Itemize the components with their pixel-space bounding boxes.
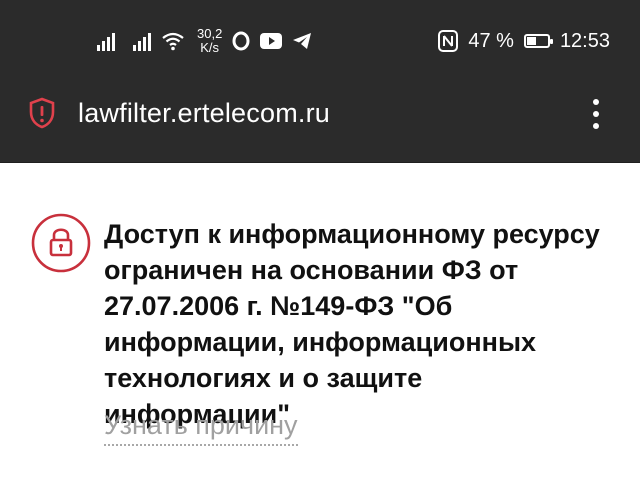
blocked-access-message: Доступ к информационному ресурсу огранич… [104,219,600,429]
more-vert-icon[interactable] [588,97,604,131]
status-bar-right: 47 % 12:53 [438,26,610,56]
battery-icon [523,34,553,48]
battery-percent: 47 % [468,29,514,52]
status-bar-left: 30,2 K/s [97,26,312,56]
network-speed-unit: K/s [200,40,220,55]
clock: 12:53 [559,29,610,52]
youtube-icon [260,33,283,49]
find-out-reason-link[interactable]: Узнать причину [104,410,298,446]
url-field[interactable]: lawfilter.ertelecom.ru [78,98,330,129]
shield-alert-icon[interactable] [28,97,56,129]
network-speed: 30,2 K/s [197,27,222,55]
signal-icon [133,31,151,51]
lock-icon [31,213,91,273]
network-speed-value: 30,2 [197,26,223,41]
opera-icon [232,31,250,51]
wifi-icon [162,32,184,51]
telegram-icon [293,33,312,49]
signal-icon [97,31,115,51]
status-bar: 30,2 K/s 47 % 12:53 [0,0,640,80]
nfc-icon [438,30,459,52]
